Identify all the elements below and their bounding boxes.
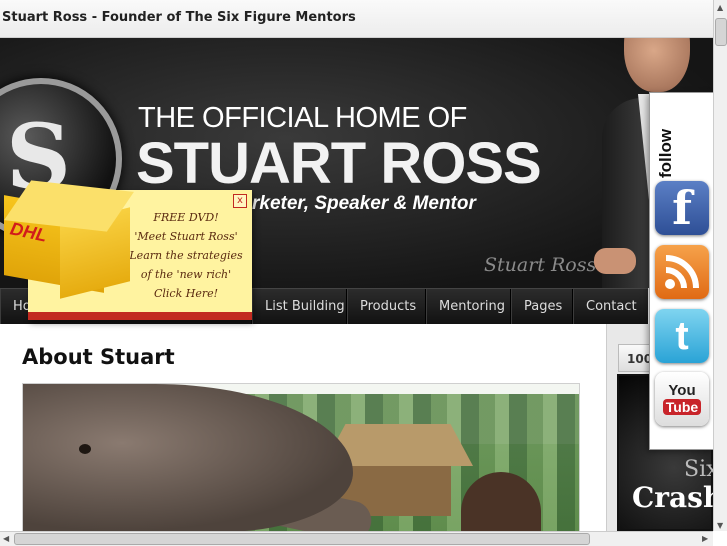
vertical-scrollbar[interactable] [713,0,727,531]
signature: Stuart Ross [484,254,597,276]
dvd-offer-text[interactable]: FREE DVD! 'Meet Stuart Ross' Learn the s… [122,208,250,303]
nav-item-home[interactable]: Ho [0,289,31,325]
dhl-box-image[interactable]: DHL [0,180,136,299]
nav-item-contact[interactable]: Contact [572,289,648,325]
twitter-icon[interactable]: t [655,309,709,363]
window-titlebar: Stuart Ross - Founder of The Six Figure … [0,0,727,38]
nav-item-pages[interactable]: Pages [510,289,572,325]
scroll-right-icon[interactable]: ▶ [702,534,708,543]
youtube-tube-text: Tube [662,399,702,415]
nav-item-list-building[interactable]: List Building [251,289,346,325]
window-title: Stuart Ross - Founder of The Six Figure … [2,10,356,25]
popup-stripe [28,312,252,320]
rss-icon[interactable] [655,245,709,299]
header-tagline: rketer, Speaker & Mentor [252,193,476,214]
scroll-left-icon[interactable]: ◀ [3,534,9,543]
header-name: STUART ROSS [136,131,542,196]
close-icon[interactable]: x [233,194,247,208]
scroll-down-icon[interactable]: ▼ [717,521,723,530]
nav-item-mentoring[interactable]: Mentoring [425,289,510,325]
banner-text-crash: Crash [632,481,724,514]
follow-label: follow [656,128,675,178]
horizontal-scroll-thumb[interactable] [14,533,590,545]
facebook-icon[interactable]: f [655,181,709,235]
vertical-scroll-thumb[interactable] [715,18,727,46]
youtube-icon[interactable]: You Tube [655,372,709,426]
about-photo [22,383,580,533]
youtube-you-text: You [668,382,696,399]
nav-item-products[interactable]: Products [346,289,425,325]
page-heading: About Stuart [22,345,175,369]
scroll-up-icon[interactable]: ▲ [717,3,723,12]
